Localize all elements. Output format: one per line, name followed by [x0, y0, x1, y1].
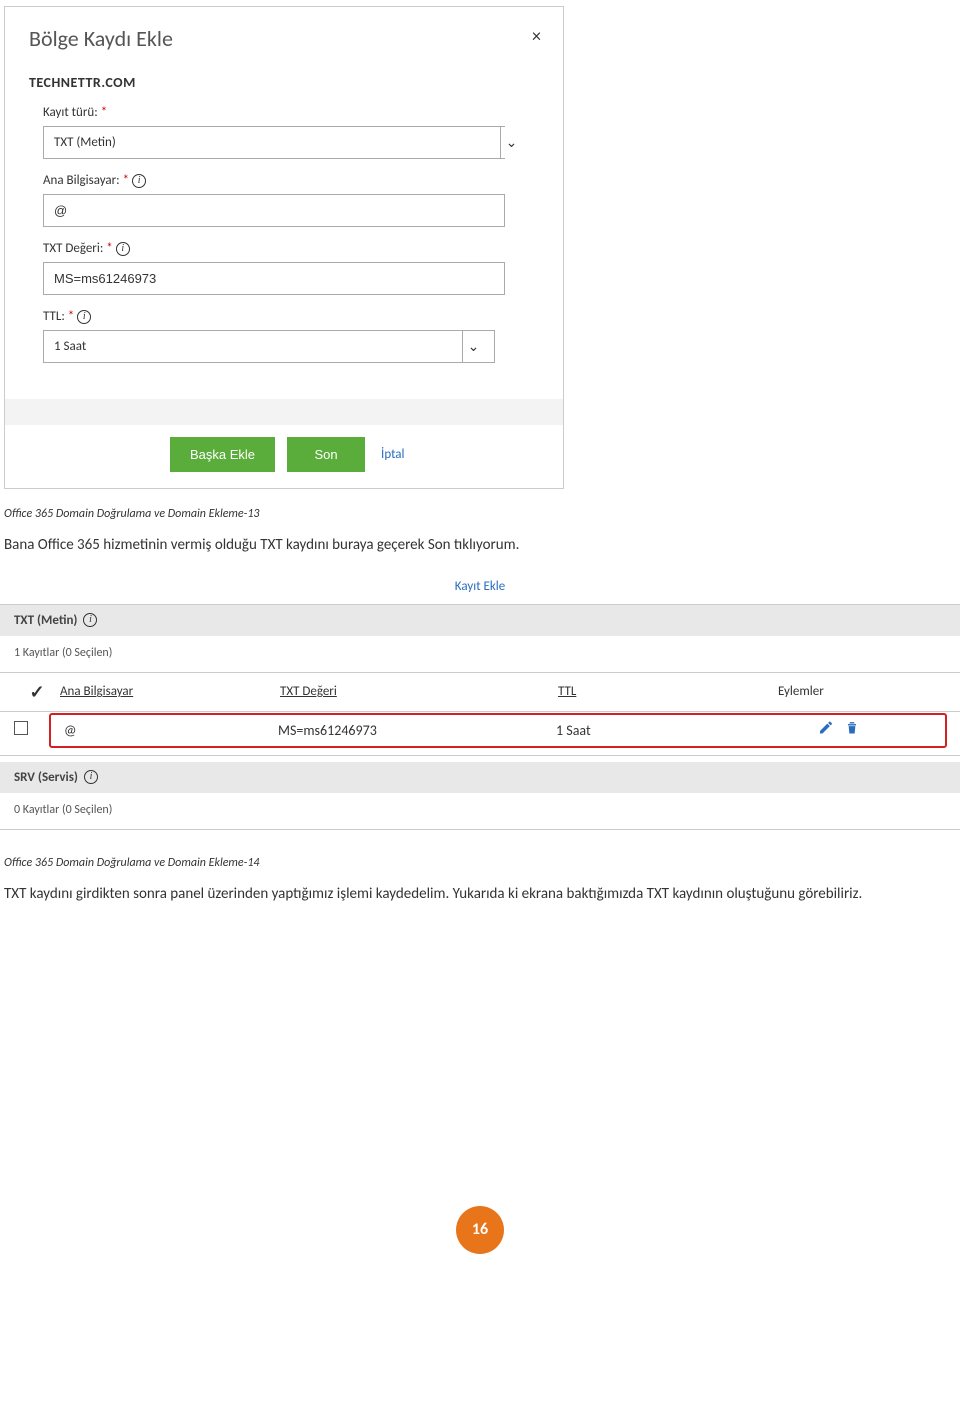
- required-asterisk: *: [106, 241, 112, 256]
- label-record-type: Kayıt türü:: [43, 105, 98, 120]
- select-all-checkmark-icon[interactable]: ✓: [29, 681, 44, 703]
- close-icon[interactable]: ×: [532, 25, 541, 47]
- info-icon[interactable]: i: [132, 174, 146, 188]
- delete-icon[interactable]: [844, 720, 860, 741]
- cell-host: @: [64, 722, 278, 739]
- chevron-down-icon: ⌄: [506, 134, 518, 151]
- txt-records-table: ✓ Ana Bilgisayar TXT Değeri TTL Eylemler…: [0, 672, 960, 747]
- col-header-ttl[interactable]: TTL: [558, 684, 768, 699]
- txt-record-count: 1 Kayıtlar (0 Seçilen): [0, 636, 960, 672]
- info-icon[interactable]: i: [84, 770, 98, 784]
- record-type-value: TXT (Metin): [43, 126, 505, 159]
- host-input[interactable]: [43, 194, 505, 227]
- figure-caption-14: Office 365 Domain Doğrulama ve Domain Ek…: [4, 856, 960, 870]
- chevron-down-icon: ⌄: [468, 338, 480, 355]
- finish-button[interactable]: Son: [287, 437, 365, 472]
- page-number-badge: 16: [456, 1206, 504, 1254]
- table-header-row: ✓ Ana Bilgisayar TXT Değeri TTL Eylemler: [0, 672, 960, 712]
- cell-value: MS=ms61246973: [278, 722, 556, 739]
- field-record-type: Kayıt türü: * TXT (Metin) ⌄: [43, 105, 523, 159]
- col-header-actions: Eylemler: [768, 684, 946, 699]
- col-header-value[interactable]: TXT Değeri: [280, 684, 558, 699]
- divider: [0, 755, 960, 756]
- paragraph-2: TXT kaydını girdikten sonra panel üzerin…: [4, 884, 956, 906]
- edit-icon[interactable]: [818, 720, 834, 741]
- required-asterisk: *: [101, 105, 107, 120]
- modal-footer-bg: [5, 399, 563, 425]
- highlighted-row: @ MS=ms61246973 1 Saat: [50, 714, 946, 747]
- domain-name: TECHNETTR.COM: [29, 74, 539, 91]
- label-ttl: TTL:: [43, 309, 65, 324]
- required-asterisk: *: [123, 173, 129, 188]
- srv-record-count: 0 Kayıtlar (0 Seçilen): [0, 793, 960, 829]
- add-record-link[interactable]: Kayıt Ekle: [0, 579, 960, 594]
- srv-section-title: SRV (Servis): [14, 770, 78, 785]
- divider: [0, 829, 960, 830]
- required-asterisk: *: [68, 309, 74, 324]
- txt-value-input[interactable]: [43, 262, 505, 295]
- add-zone-record-modal: Bölge Kaydı Ekle × TECHNETTR.COM Kayıt t…: [4, 6, 564, 489]
- col-header-host[interactable]: Ana Bilgisayar: [60, 684, 280, 699]
- label-host: Ana Bilgisayar:: [43, 173, 120, 188]
- srv-section-header: SRV (Servis) i: [0, 762, 960, 793]
- cancel-link[interactable]: İptal: [381, 447, 404, 462]
- record-type-select[interactable]: TXT (Metin) ⌄: [43, 126, 523, 159]
- modal-title: Bölge Kaydı Ekle: [29, 25, 539, 52]
- add-another-button[interactable]: Başka Ekle: [170, 437, 275, 472]
- table-row: @ MS=ms61246973 1 Saat: [0, 714, 960, 747]
- field-txt-value: TXT Değeri: * i: [43, 241, 523, 295]
- info-icon[interactable]: i: [83, 613, 97, 627]
- info-icon[interactable]: i: [116, 242, 130, 256]
- label-txt-value: TXT Değeri:: [43, 241, 103, 256]
- cell-ttl: 1 Saat: [556, 722, 724, 739]
- info-icon[interactable]: i: [77, 310, 91, 324]
- figure-caption-13: Office 365 Domain Doğrulama ve Domain Ek…: [4, 507, 960, 521]
- field-host: Ana Bilgisayar: * i: [43, 173, 523, 227]
- field-ttl: TTL: * i 1 Saat ⌄: [43, 309, 523, 363]
- row-checkbox[interactable]: [14, 721, 28, 739]
- ttl-value: 1 Saat: [43, 330, 495, 363]
- txt-section-title: TXT (Metin): [14, 613, 77, 628]
- ttl-select[interactable]: 1 Saat ⌄: [43, 330, 495, 363]
- txt-section-header: TXT (Metin) i: [0, 605, 960, 636]
- paragraph-1: Bana Office 365 hizmetinin vermiş olduğu…: [4, 535, 956, 557]
- row-actions: [818, 720, 860, 741]
